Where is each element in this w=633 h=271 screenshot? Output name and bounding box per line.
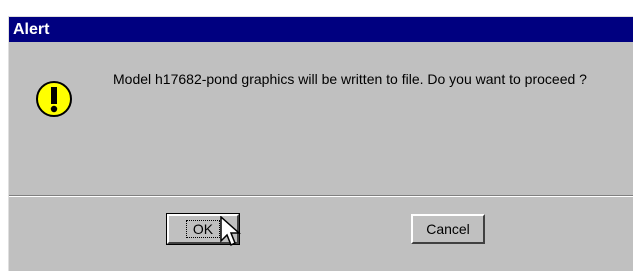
warning-exclamation-icon bbox=[36, 81, 72, 117]
alert-message: Model h17682-pond graphics will be writt… bbox=[113, 71, 587, 87]
alert-dialog: Alert Model h17682-pond graphics will be… bbox=[8, 16, 633, 271]
title-bar[interactable]: Alert bbox=[9, 17, 633, 42]
mouse-pointer-icon bbox=[220, 216, 241, 247]
cancel-button[interactable]: Cancel bbox=[411, 214, 485, 244]
ok-button-label: OK bbox=[185, 220, 221, 238]
window-title: Alert bbox=[13, 21, 50, 38]
divider bbox=[9, 195, 633, 197]
